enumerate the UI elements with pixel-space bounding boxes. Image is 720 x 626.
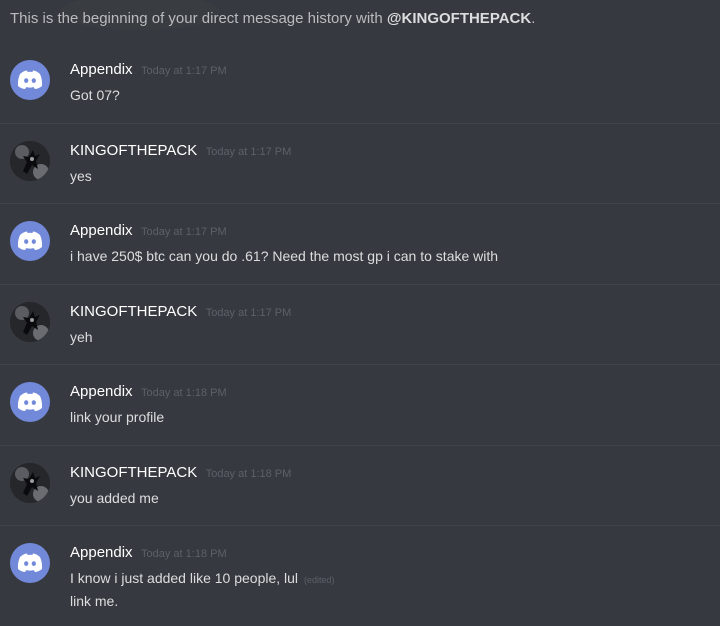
message-group: Appendix Today at 1:17 PM i have 250$ bt…	[0, 204, 720, 285]
message-line: you added me	[70, 489, 159, 506]
history-header-text: This is the beginning of your direct mes…	[10, 10, 383, 27]
message-line: link your profile	[70, 409, 165, 425]
discord-logo-icon[interactable]	[10, 382, 50, 422]
history-header-suffix: .	[531, 10, 536, 27]
discord-logo-icon[interactable]	[10, 60, 50, 100]
message-author[interactable]: KINGOFTHEPACK	[70, 142, 197, 159]
message-line: Got 07?	[70, 87, 120, 103]
discord-logo-icon[interactable]	[10, 221, 50, 261]
message-content: i have 250$ btc can you do .61? Need the…	[70, 246, 498, 267]
custom-avatar-icon[interactable]	[10, 140, 50, 181]
message-timestamp: Today at 1:17 PM	[205, 145, 292, 158]
discord-logo-icon[interactable]	[10, 543, 50, 583]
message-content: yeh	[70, 327, 93, 348]
message-content: link your profile	[70, 407, 164, 428]
message-group: KINGOFTHEPACK Today at 1:18 PM you added…	[0, 446, 720, 526]
message-line: yes	[70, 167, 92, 184]
message-timestamp: Today at 1:17 PM	[205, 306, 292, 319]
message-line: I know i just added like 10 people, lul …	[70, 568, 334, 591]
message-timestamp: Today at 1:17 PM	[141, 65, 227, 77]
message-line-text: I know i just added like 10 people, lul	[70, 570, 299, 586]
message-author[interactable]: KINGOFTHEPACK	[70, 464, 197, 481]
message-author[interactable]: Appendix	[70, 61, 133, 78]
message-author[interactable]: Appendix	[70, 544, 133, 561]
custom-avatar-icon[interactable]	[10, 301, 50, 342]
message-author[interactable]: Appendix	[70, 383, 133, 400]
message-line: i have 250$ btc can you do .61? Need the…	[70, 248, 499, 264]
message-timestamp: Today at 1:18 PM	[141, 387, 227, 399]
message-group: Appendix Today at 1:18 PM I know i just …	[0, 526, 720, 609]
message-content: yes	[70, 166, 92, 187]
message-timestamp: Today at 1:18 PM	[141, 548, 227, 560]
message-list: Appendix Today at 1:17 PM Got 07? KINGOF…	[0, 43, 720, 609]
message-content: you added me	[70, 488, 159, 509]
message-timestamp: Today at 1:17 PM	[141, 226, 227, 238]
message-author[interactable]: Appendix	[70, 222, 133, 239]
user-mention[interactable]: @KINGOFTHEPACK	[387, 10, 531, 27]
message-timestamp: Today at 1:18 PM	[205, 467, 292, 480]
message-content: I know i just added like 10 people, lul …	[70, 568, 334, 612]
message-group: KINGOFTHEPACK Today at 1:17 PM yes	[0, 124, 720, 204]
message-author[interactable]: KINGOFTHEPACK	[70, 303, 197, 320]
dm-history-header: This is the beginning of your direct mes…	[10, 10, 535, 27]
message-content: Got 07?	[70, 85, 120, 106]
message-group: Appendix Today at 1:18 PM link your prof…	[0, 365, 720, 446]
message-group: KINGOFTHEPACK Today at 1:17 PM yeh	[0, 285, 720, 365]
message-group: Appendix Today at 1:17 PM Got 07?	[0, 43, 720, 124]
message-line: yeh	[70, 328, 93, 345]
message-line: link me.	[70, 593, 119, 609]
edited-label: (edited)	[303, 575, 335, 585]
custom-avatar-icon[interactable]	[10, 462, 50, 503]
